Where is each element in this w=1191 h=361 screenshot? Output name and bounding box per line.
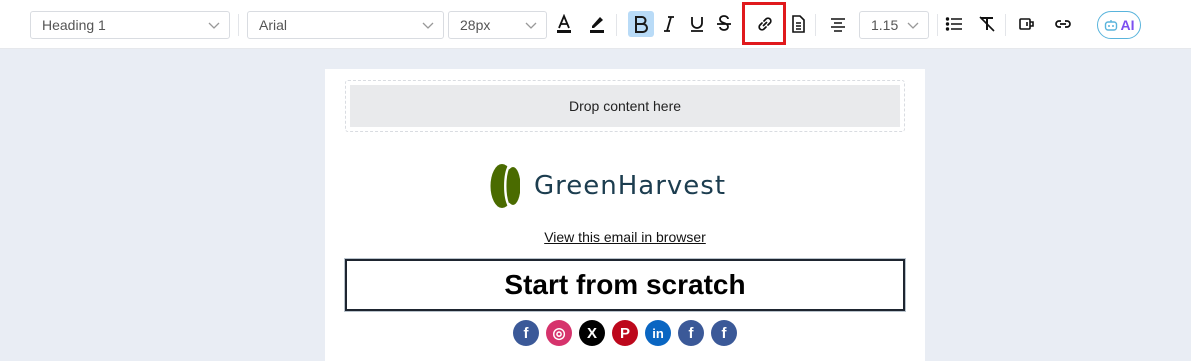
- heading-block[interactable]: Start from scratch: [345, 259, 905, 311]
- strikethrough-button[interactable]: [711, 11, 737, 37]
- document-icon: [792, 15, 805, 33]
- bold-icon: [635, 16, 648, 33]
- block-style-value: Heading 1: [42, 17, 106, 33]
- robot-icon: [1104, 19, 1117, 31]
- underline-button[interactable]: [684, 11, 710, 37]
- facebook-icon[interactable]: f: [513, 320, 539, 346]
- x-twitter-icon[interactable]: X: [579, 320, 605, 346]
- bullet-list-button[interactable]: [941, 11, 967, 37]
- pinterest-icon[interactable]: P: [612, 320, 638, 346]
- bold-button[interactable]: [628, 11, 654, 37]
- divider: [238, 14, 239, 36]
- facebook-icon[interactable]: f: [711, 320, 737, 346]
- dropzone-text: Drop content here: [568, 98, 682, 114]
- insert-url-button[interactable]: [1050, 11, 1076, 37]
- merge-tag-button[interactable]: [1014, 11, 1040, 37]
- divider: [937, 14, 938, 36]
- underline-icon: [691, 17, 703, 32]
- divider: [815, 14, 816, 36]
- merge-tag-icon: [1019, 18, 1034, 30]
- line-height-value: 1.15: [871, 17, 899, 33]
- align-center-icon: [831, 18, 845, 32]
- italic-button[interactable]: [656, 11, 682, 37]
- ai-label: AI: [1120, 17, 1135, 33]
- text-color-button[interactable]: [551, 11, 577, 37]
- logo-text: GreenHarvest: [534, 171, 727, 201]
- divider: [616, 14, 617, 36]
- highlighter-icon: [590, 17, 604, 33]
- chevron-down-icon: [422, 22, 434, 29]
- instagram-icon[interactable]: ◎: [546, 320, 572, 346]
- insert-document-button[interactable]: [785, 11, 811, 37]
- dropzone[interactable]: Drop content here: [345, 80, 905, 132]
- italic-icon: [664, 16, 674, 32]
- align-center-button[interactable]: [825, 11, 851, 37]
- linkedin-icon[interactable]: in: [645, 320, 671, 346]
- view-in-browser-link[interactable]: View this email in browser: [325, 229, 925, 245]
- text-color-icon: [557, 14, 571, 33]
- line-height-select[interactable]: 1.15: [859, 11, 929, 39]
- leaf-logo-icon: [490, 164, 520, 208]
- font-size-select[interactable]: 28px: [448, 11, 547, 39]
- clear-formatting-button[interactable]: [974, 11, 1000, 37]
- font-size-value: 28px: [460, 17, 491, 33]
- chevron-down-icon: [525, 22, 537, 29]
- email-canvas: Drop content here GreenHarvest View this…: [325, 69, 925, 361]
- highlight-color-button[interactable]: [584, 11, 610, 37]
- chain-link-icon: [1055, 20, 1071, 28]
- font-family-select[interactable]: Arial: [247, 11, 444, 39]
- facebook-icon[interactable]: f: [678, 320, 704, 346]
- brand-logo[interactable]: GreenHarvest: [490, 162, 726, 210]
- heading-text: Start from scratch: [504, 269, 746, 300]
- clear-format-icon: [979, 16, 995, 32]
- highlight-annotation: [742, 2, 786, 45]
- social-icons: f ◎ X P in f f: [325, 320, 925, 346]
- strikethrough-icon: [717, 15, 731, 31]
- editor-toolbar: Heading 1 Arial 28px 1.15 AI: [0, 0, 1191, 49]
- chevron-down-icon: [208, 22, 220, 29]
- block-style-select[interactable]: Heading 1: [30, 11, 230, 39]
- ai-assistant-button[interactable]: AI: [1097, 11, 1141, 39]
- bullet-list-icon: [945, 17, 962, 31]
- dropzone-body: Drop content here: [350, 85, 900, 127]
- chevron-down-icon: [907, 22, 919, 29]
- font-family-value: Arial: [259, 17, 288, 33]
- divider: [1005, 14, 1006, 36]
